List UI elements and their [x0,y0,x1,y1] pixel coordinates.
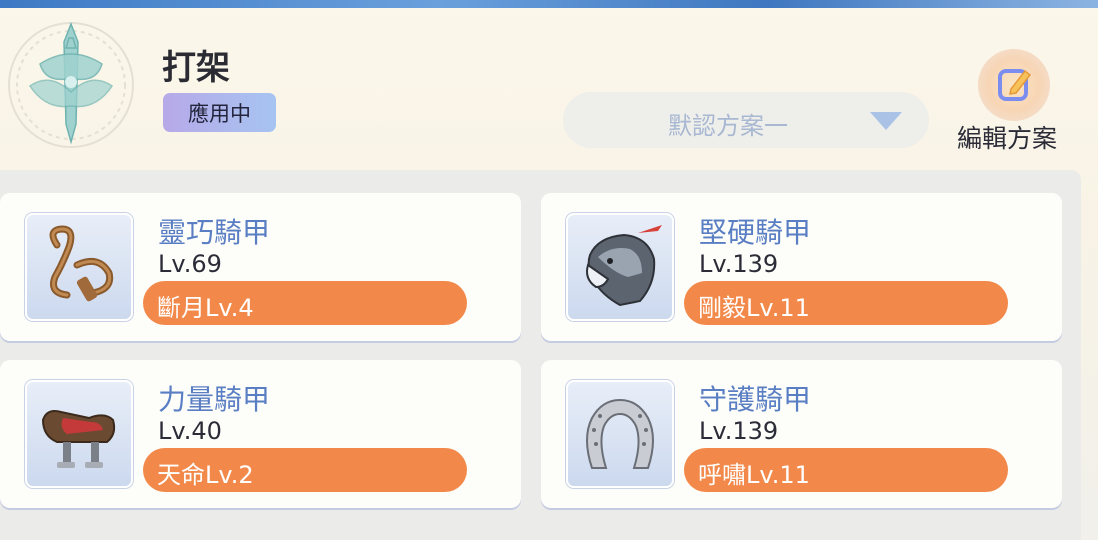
armor-card[interactable]: 堅硬騎甲 Lv.139 剛毅Lv.11 [541,193,1062,341]
armor-skill-pill: 斷月Lv.4 [143,281,467,325]
armor-skill-label: 剛毅Lv.11 [698,294,810,322]
armor-skill-label: 呼嘯Lv.11 [698,461,810,489]
armor-skill-label: 斷月Lv.4 [157,294,254,322]
armor-icon-box [566,380,674,488]
status-badge: 應用中 [163,93,276,132]
set-name-title: 打架 [162,48,230,88]
armor-card[interactable]: 力量騎甲 Lv.40 天命Lv.2 [0,360,521,508]
chevron-down-icon[interactable] [868,110,904,132]
armor-skill-pill: 呼嘯Lv.11 [684,448,1008,492]
armor-name: 堅硬騎甲 [699,216,812,249]
armor-card[interactable]: 守護騎甲 Lv.139 呼嘯Lv.11 [541,360,1062,508]
horseshoe-icon [586,398,654,469]
armor-icon-box [25,213,133,321]
armor-icon-box [566,213,674,321]
scheme-dropdown-value: 默認方案一 [668,112,788,140]
edit-pencil-icon [998,69,1032,101]
set-emblem-icon [0,14,142,156]
edit-scheme-button[interactable]: 編輯方案 [955,46,1073,156]
armor-name: 守護騎甲 [699,383,812,416]
armor-name: 靈巧騎甲 [158,216,271,249]
armor-skill-pill: 天命Lv.2 [143,448,467,492]
armor-name: 力量騎甲 [158,383,271,416]
armor-level: Lv.69 [158,250,222,278]
reins-icon [49,225,114,302]
horse-helmet-icon [586,225,662,307]
saddle-icon [41,410,116,468]
armor-level: Lv.139 [699,250,779,278]
armor-level: Lv.40 [158,417,222,445]
edit-scheme-label: 編輯方案 [957,124,1058,153]
armor-card[interactable]: 靈巧騎甲 Lv.69 斷月Lv.4 [0,193,521,341]
armor-icon-box [25,380,133,488]
top-banner-strip [0,0,1098,8]
armor-skill-label: 天命Lv.2 [157,461,254,489]
armor-skill-pill: 剛毅Lv.11 [684,281,1008,325]
armor-level: Lv.139 [699,417,779,445]
